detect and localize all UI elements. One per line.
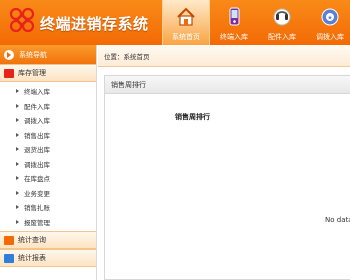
bullet-icon xyxy=(16,176,19,181)
nav-label: 终端入库 xyxy=(220,33,248,41)
home-icon xyxy=(174,5,198,29)
bullet-icon xyxy=(16,103,19,108)
group-label: 统计报表 xyxy=(18,254,46,262)
accessory-inbound-icon xyxy=(270,5,294,29)
panel-title: 销售周排行 xyxy=(105,76,350,94)
nav-accessory-inbound[interactable]: 配件入库 xyxy=(258,0,306,45)
bullet-icon xyxy=(16,219,19,224)
sidebar-item-business-change[interactable]: 业务变更 xyxy=(0,186,96,201)
nav-label: 系统首页 xyxy=(172,33,200,41)
report-icon xyxy=(4,253,14,263)
top-nav: 系统首页 终端入库 配件入库 ★ 调拨入库 xyxy=(162,0,350,45)
group-label: 库存管理 xyxy=(18,69,46,77)
sidebar-title: 系统导航 xyxy=(19,50,47,59)
sidebar-item-sales-settlement[interactable]: 销售扎账 xyxy=(0,200,96,215)
sidebar: 系统导航 库存管理 终端入库 配件入库 调拨入库 销售出库 退货出库 调拨出库 … xyxy=(0,45,97,280)
nav-home[interactable]: 系统首页 xyxy=(162,0,210,45)
bullet-icon xyxy=(16,190,19,195)
sidebar-item-accessory-inbound[interactable]: 配件入库 xyxy=(0,99,96,114)
sidebar-item-return-outbound[interactable]: 退货出库 xyxy=(0,142,96,157)
bullet-icon xyxy=(16,205,19,210)
terminal-inbound-icon xyxy=(222,5,246,29)
bullet-icon xyxy=(16,89,19,94)
sidebar-item-stocktake[interactable]: 在库盘点 xyxy=(0,171,96,186)
query-icon xyxy=(4,235,14,245)
sidebar-group-statistics-report[interactable]: 统计报表 xyxy=(0,249,96,267)
sidebar-group-inventory[interactable]: 库存管理 xyxy=(0,64,96,82)
group-label: 统计查询 xyxy=(18,236,46,244)
sidebar-item-sales-outbound[interactable]: 销售出库 xyxy=(0,128,96,143)
sidebar-header[interactable]: 系统导航 xyxy=(0,45,96,64)
main-content: 位置： 系统首页 销售周排行 销售周排行 No data xyxy=(98,45,350,280)
nav-terminal-inbound[interactable]: 终端入库 xyxy=(210,0,258,45)
arrow-right-icon xyxy=(4,49,14,60)
no-data-label: No data xyxy=(325,216,350,224)
bullet-icon xyxy=(16,161,19,166)
sidebar-item-transfer-inbound[interactable]: 调拨入库 xyxy=(0,113,96,128)
nav-label: 调拨入库 xyxy=(316,33,344,41)
sidebar-group-statistics-query[interactable]: 统计查询 xyxy=(0,231,96,249)
sidebar-item-terminal-inbound[interactable]: 终端入库 xyxy=(0,84,96,99)
inventory-icon xyxy=(4,68,14,78)
breadcrumb-prefix: 位置： xyxy=(104,52,124,61)
chart-title: 销售周排行 xyxy=(175,113,210,121)
china-unicom-logo xyxy=(9,7,35,33)
sidebar-item-scrap-management[interactable]: 报废管理 xyxy=(0,215,96,230)
bullet-icon xyxy=(16,132,19,137)
breadcrumb: 位置： 系统首页 xyxy=(98,45,350,67)
app-header: 终端进销存系统 系统首页 终端入库 配件入库 ★ 调拨入库 xyxy=(0,0,350,45)
transfer-inbound-icon: ★ xyxy=(318,5,342,29)
bullet-icon xyxy=(16,118,19,123)
svg-text:★: ★ xyxy=(327,15,332,22)
nav-transfer-inbound[interactable]: ★ 调拨入库 xyxy=(306,0,350,45)
bullet-icon xyxy=(16,147,19,152)
sales-ranking-panel: 销售周排行 销售周排行 No data xyxy=(104,75,350,280)
nav-label: 配件入库 xyxy=(268,33,296,41)
sidebar-item-transfer-outbound[interactable]: 调拨出库 xyxy=(0,157,96,172)
breadcrumb-current[interactable]: 系统首页 xyxy=(124,51,150,61)
inventory-menu: 终端入库 配件入库 调拨入库 销售出库 退货出库 调拨出库 在库盘点 业务变更 … xyxy=(0,82,96,231)
app-title: 终端进销存系统 xyxy=(40,15,149,33)
